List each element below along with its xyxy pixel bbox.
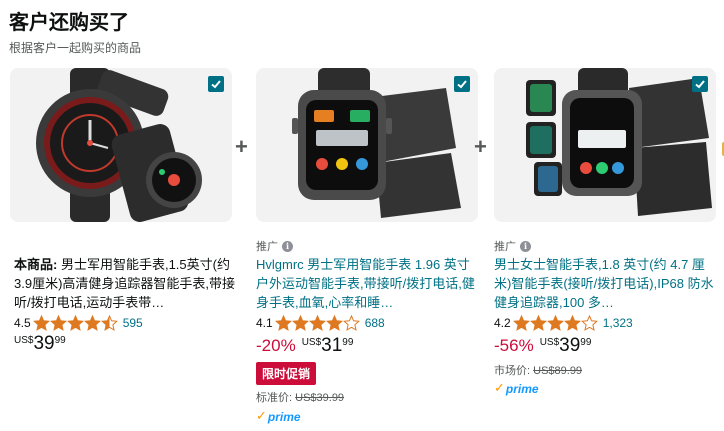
review-count[interactable]: 595 xyxy=(123,316,143,330)
plus-icon: + xyxy=(235,134,248,159)
star-icon xyxy=(563,315,581,331)
checkbox-checked-icon[interactable] xyxy=(454,76,470,92)
plus-icon: + xyxy=(474,134,487,159)
star-icon xyxy=(546,315,564,331)
checkbox-checked-icon[interactable] xyxy=(692,76,708,92)
price-currency: US$ xyxy=(301,337,322,348)
price-fraction: 99 xyxy=(342,337,354,348)
checkbox-checked-icon[interactable] xyxy=(208,76,224,92)
price-currency: US$ xyxy=(14,335,34,346)
discount-percent: -20% xyxy=(256,336,296,355)
star-icon xyxy=(529,315,547,331)
info-icon[interactable]: i xyxy=(520,240,531,252)
star-rating-icon xyxy=(274,315,360,331)
product-image-3[interactable] xyxy=(494,68,716,222)
star-icon xyxy=(325,315,343,331)
review-count[interactable]: 688 xyxy=(365,316,385,330)
section-title: 客户还购买了 xyxy=(9,12,129,34)
product-image-1[interactable] xyxy=(10,68,232,222)
list-price-value: US$89.99 xyxy=(533,365,583,377)
prime-badge: ✓ prime xyxy=(256,408,301,424)
rating-1[interactable]: 4.5 595 xyxy=(14,315,143,331)
price-2: -20% US$ 31 99 xyxy=(256,336,353,356)
star-icon xyxy=(291,315,309,331)
prime-check-icon: ✓ xyxy=(494,380,505,395)
list-price-label: 标准价: xyxy=(256,392,293,404)
price-fraction: 99 xyxy=(580,337,592,348)
sponsored-label: 推广 i xyxy=(256,238,293,254)
product-card-3[interactable] xyxy=(494,68,716,222)
smartwatch-image xyxy=(36,68,202,222)
price-whole: 31 xyxy=(321,335,343,356)
star-icon xyxy=(32,315,50,331)
star-icon xyxy=(580,315,598,331)
rating-value: 4.5 xyxy=(14,316,31,330)
section-subtitle: 根据客户一起购买的商品 xyxy=(9,41,142,55)
star-icon xyxy=(342,315,360,331)
list-price-label: 市场价: xyxy=(494,365,531,377)
price-whole: 39 xyxy=(33,333,55,354)
smartwatch-image xyxy=(526,68,712,216)
info-icon[interactable]: i xyxy=(282,240,293,252)
this-item-label: 本商品: xyxy=(14,257,58,272)
list-price-value: US$39.99 xyxy=(295,392,345,404)
discount-percent: -56% xyxy=(494,336,534,355)
limited-time-deal-badge: 限时促销 xyxy=(256,362,317,385)
star-icon xyxy=(274,315,292,331)
star-icon xyxy=(308,315,326,331)
star-icon xyxy=(83,315,101,331)
star-icon xyxy=(100,315,118,331)
star-icon xyxy=(49,315,67,331)
rating-3[interactable]: 4.2 1,323 xyxy=(494,315,633,331)
smartwatch-image xyxy=(292,68,461,218)
list-price-3: 市场价: US$89.99 xyxy=(494,362,582,378)
product-title-3[interactable]: 男士女士智能手表,1.8 英寸(约 4.7 厘米)智能手表(接听/拨打电话),I… xyxy=(494,255,716,312)
prime-label: prime xyxy=(505,382,539,396)
product-title-1: 本商品: 男士军用智能手表,1.5英寸(约3.9厘米)高清健身追踪器智能手表,带… xyxy=(14,255,236,312)
list-price-2: 标准价: US$39.99 xyxy=(256,389,344,405)
rating-value: 4.2 xyxy=(494,316,511,330)
star-icon xyxy=(66,315,84,331)
product-card-1[interactable] xyxy=(10,68,232,222)
sponsored-text: 推广 xyxy=(256,241,278,253)
star-rating-icon xyxy=(512,315,598,331)
product-title-2[interactable]: Hvlgmrc 男士军用智能手表 1.96 英寸户外运动智能手表,带接听/拨打电… xyxy=(256,255,478,312)
prime-badge: ✓ prime xyxy=(494,380,539,396)
star-rating-icon xyxy=(32,315,118,331)
prime-label: prime xyxy=(267,410,301,424)
price-1: US$ 39 99 xyxy=(14,334,66,354)
star-icon xyxy=(512,315,530,331)
review-count[interactable]: 1,323 xyxy=(603,316,633,330)
price-whole: 39 xyxy=(559,335,581,356)
sponsored-label: 推广 i xyxy=(494,238,531,254)
price-currency: US$ xyxy=(539,337,560,348)
rating-2[interactable]: 4.1 688 xyxy=(256,315,385,331)
price-3: -56% US$ 39 99 xyxy=(494,336,591,356)
product-image-2[interactable] xyxy=(256,68,478,222)
price-fraction: 99 xyxy=(54,335,66,346)
rating-value: 4.1 xyxy=(256,316,273,330)
sponsored-text: 推广 xyxy=(494,241,516,253)
prime-check-icon: ✓ xyxy=(256,408,267,423)
product-card-2[interactable] xyxy=(256,68,478,222)
